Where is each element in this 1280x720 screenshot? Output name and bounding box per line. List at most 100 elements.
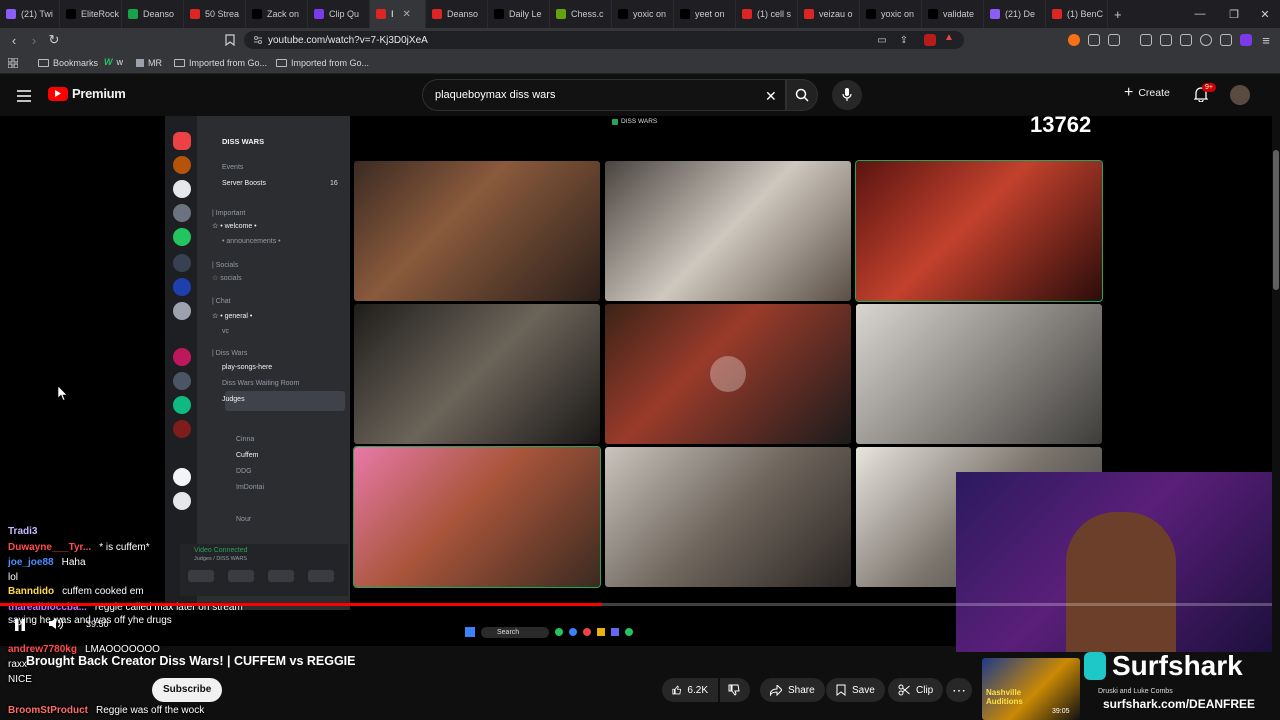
like-button[interactable]: 6.2K (662, 678, 718, 702)
brave-shield-icon[interactable] (924, 34, 936, 46)
wallet-icon[interactable] (1180, 34, 1192, 46)
close-window-icon[interactable]: ✕ (1250, 0, 1280, 28)
volume-button[interactable] (49, 617, 64, 635)
channel-item[interactable]: • announcements • (222, 238, 281, 245)
warning-icon[interactable]: ▲ (944, 32, 956, 44)
video-tile[interactable] (855, 160, 1103, 302)
camera-button[interactable] (188, 570, 214, 582)
video-tile[interactable] (605, 447, 851, 587)
browser-tab[interactable]: (1) BenC (1046, 0, 1108, 28)
bookmark-imported-2[interactable]: Imported from Go... (276, 58, 369, 68)
channel-item[interactable]: | Important (212, 210, 245, 217)
bookmark-w[interactable]: W w (104, 57, 123, 67)
back-icon[interactable]: ‹ (6, 32, 22, 48)
dislike-button[interactable] (720, 678, 750, 702)
soundboard-button[interactable] (308, 570, 334, 582)
share-button[interactable]: Share (760, 678, 825, 702)
video-progress-bar[interactable] (0, 603, 1280, 606)
channel-item[interactable]: Cuffem (236, 452, 258, 459)
search-input[interactable]: plaqueboymax diss wars ✕ (422, 79, 786, 111)
avatar[interactable] (1230, 85, 1250, 105)
address-bar[interactable]: youtube.com/watch?v=7-Kj3D0jXeA (244, 31, 964, 49)
clip-button[interactable]: Clip (888, 678, 944, 702)
browser-tab[interactable]: Deanso (122, 0, 184, 28)
channel-item[interactable]: Events (222, 164, 243, 171)
browser-tab[interactable]: yoxic on (860, 0, 922, 28)
browser-tab[interactable]: veizau o (798, 0, 860, 28)
search-button[interactable] (786, 79, 818, 111)
video-tile[interactable] (856, 304, 1102, 444)
share-page-icon[interactable]: ⇪ (896, 32, 912, 48)
video-tile[interactable] (605, 161, 851, 301)
menu-icon[interactable]: ≡ (1258, 32, 1274, 48)
browser-tab[interactable]: validate (922, 0, 984, 28)
save-button[interactable]: Save (826, 678, 885, 702)
restore-icon[interactable]: ❐ (1218, 0, 1250, 28)
new-tab-button[interactable]: + (1108, 0, 1128, 28)
channel-item[interactable]: ☆ • general • (212, 312, 252, 320)
browser-tab[interactable]: (1) cell s (736, 0, 798, 28)
extensions-puzzle-icon[interactable] (1088, 34, 1100, 46)
guide-menu-icon[interactable] (17, 89, 31, 107)
browser-tab[interactable]: yeet on (674, 0, 736, 28)
channel-item[interactable]: | Socials (212, 262, 238, 269)
browser-tab[interactable]: EliteRock (60, 0, 122, 28)
subscribe-button[interactable]: Subscribe (152, 678, 223, 702)
video-tile[interactable] (354, 161, 600, 301)
clear-search-icon[interactable]: ✕ (765, 88, 777, 105)
screen-share-button[interactable] (228, 570, 254, 582)
video-player[interactable]: DISS WARS Video Connected Judges / DISS … (0, 112, 1280, 716)
extension-icon-1[interactable] (1068, 34, 1080, 46)
channel-item[interactable]: | Chat (212, 298, 231, 305)
notifications-button[interactable]: 9+ (1193, 83, 1216, 107)
channel-item[interactable]: Cinna (236, 436, 254, 443)
bookmark-mr[interactable]: MR (136, 58, 162, 68)
channel-item[interactable]: Judges (222, 396, 245, 403)
bookmark-imported-1[interactable]: Imported from Go... (174, 58, 267, 68)
browser-tab[interactable]: Daily Le (488, 0, 550, 28)
extension-icon-2[interactable] (1108, 34, 1120, 46)
browser-tab[interactable]: yoxic on (612, 0, 674, 28)
reading-list-icon[interactable] (1140, 34, 1152, 46)
install-app-icon[interactable]: ▭ (874, 32, 890, 48)
bookmark-page-icon[interactable] (222, 32, 238, 48)
forward-icon[interactable]: › (26, 32, 42, 48)
sidebar-icon[interactable] (1160, 34, 1172, 46)
channel-item[interactable]: Diss Wars Waiting Room (222, 380, 299, 387)
channel-item[interactable]: vc (222, 328, 229, 335)
apps-grid-icon[interactable] (7, 57, 19, 69)
channel-item[interactable]: play-songs-here (222, 364, 272, 371)
extension-icon-3[interactable] (1200, 34, 1212, 46)
youtube-logo[interactable]: Premium (48, 86, 126, 101)
leo-ai-icon[interactable] (1240, 34, 1252, 46)
create-button[interactable]: + Create (1124, 85, 1170, 101)
browser-tab[interactable]: I ✕ (370, 0, 426, 28)
browser-tab[interactable]: Chess.c (550, 0, 612, 28)
video-tile[interactable] (605, 304, 851, 444)
voice-search-button[interactable] (832, 80, 862, 110)
reload-icon[interactable]: ↻ (46, 32, 62, 48)
browser-tab[interactable]: 50 Strea (184, 0, 246, 28)
activity-button[interactable] (268, 570, 294, 582)
ad-thumbnail[interactable]: Nashville Auditions 39:05 (982, 658, 1080, 720)
more-actions-button[interactable]: ⋯ (946, 678, 972, 702)
channel-item[interactable]: ☆ socials (212, 274, 242, 282)
channel-item[interactable]: ImDontai (236, 484, 264, 491)
browser-tab[interactable]: (21) Twi (0, 0, 60, 28)
channel-item[interactable]: | Diss Wars (212, 350, 247, 357)
browser-tab[interactable]: (21) De (984, 0, 1046, 28)
video-tile[interactable] (353, 446, 601, 588)
pause-button[interactable] (14, 618, 26, 636)
server-name[interactable]: DISS WARS (222, 137, 264, 146)
minimize-icon[interactable]: — (1184, 0, 1216, 28)
channel-item[interactable]: Server Boosts (222, 180, 266, 187)
bookmark-bookmarks[interactable]: Bookmarks (38, 58, 98, 68)
channel-item[interactable]: DDG (236, 468, 252, 475)
browser-tab[interactable]: Clip Qu (308, 0, 370, 28)
close-tab-icon[interactable]: ✕ (403, 9, 411, 20)
scrollbar-thumb[interactable] (1273, 150, 1279, 290)
browser-tab[interactable]: Deanso (426, 0, 488, 28)
vpn-icon[interactable] (1220, 34, 1232, 46)
channel-item[interactable]: ☆ • welcome • (212, 222, 257, 230)
site-info-icon[interactable] (253, 35, 263, 45)
